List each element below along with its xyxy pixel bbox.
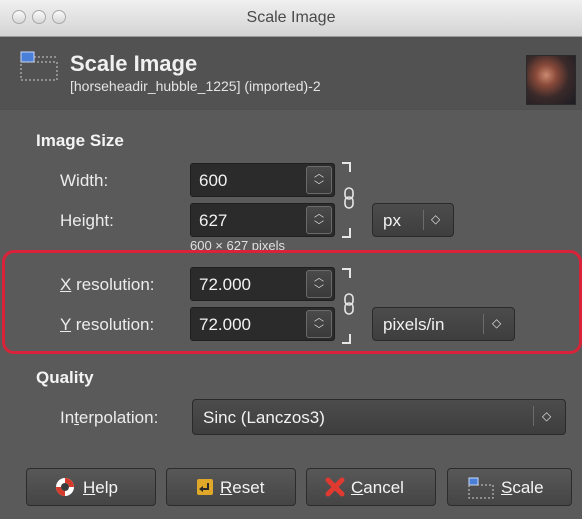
height-input[interactable]: 627 ︿ ﹀ <box>190 203 335 237</box>
reset-icon <box>195 477 215 502</box>
scale-button[interactable]: Scale <box>447 468 572 506</box>
dropdown-divider <box>533 406 534 426</box>
width-input[interactable]: 600 ︿ ﹀ <box>190 163 335 197</box>
reset-label: Reset <box>220 478 265 497</box>
width-label: Width: <box>60 171 109 190</box>
window-titlebar: Scale Image <box>0 0 582 37</box>
interpolation-select[interactable]: Sinc (Lanczos3) ◇ <box>192 399 566 435</box>
cancel-x-icon <box>325 477 345 502</box>
dialog-header: Scale Image [horseheadir_hubble_1225] (i… <box>0 37 582 109</box>
image-thumbnail-icon <box>526 55 576 105</box>
resolution-highlight-box <box>2 250 582 354</box>
cancel-label: Cancel <box>351 478 404 497</box>
width-value: 600 <box>199 171 228 190</box>
lifebuoy-icon <box>55 477 75 502</box>
quality-heading: Quality <box>36 368 94 387</box>
chevron-updown-icon: ◇ <box>542 409 552 423</box>
image-name: [horseheadir_hubble_1225] (imported)-2 <box>70 78 321 94</box>
scale-label: Scale <box>501 478 544 497</box>
help-button[interactable]: Help <box>26 468 156 506</box>
interpolation-value: Sinc (Lanczos3) <box>203 408 325 427</box>
window-title: Scale Image <box>246 9 336 26</box>
width-stepper[interactable]: ︿ ﹀ <box>306 166 332 194</box>
image-size-heading: Image Size <box>36 131 124 150</box>
size-unit-select[interactable]: px ◇ <box>372 203 454 237</box>
dialog-title: Scale Image <box>70 51 198 76</box>
dropdown-divider <box>423 210 424 230</box>
reset-button[interactable]: Reset <box>166 468 296 506</box>
chevron-updown-icon: ◇ <box>431 212 441 226</box>
scale-icon <box>468 477 494 504</box>
height-value: 627 <box>199 211 228 230</box>
size-unit-value: px <box>383 211 401 230</box>
cancel-button[interactable]: Cancel <box>306 468 436 506</box>
height-stepper[interactable]: ︿ ﹀ <box>306 206 332 234</box>
chain-link-icon[interactable] <box>340 160 360 245</box>
interpolation-label: Interpolation: <box>60 408 159 427</box>
scale-image-icon <box>20 51 60 86</box>
help-label: Help <box>83 478 118 497</box>
height-label: Height: <box>60 211 114 230</box>
